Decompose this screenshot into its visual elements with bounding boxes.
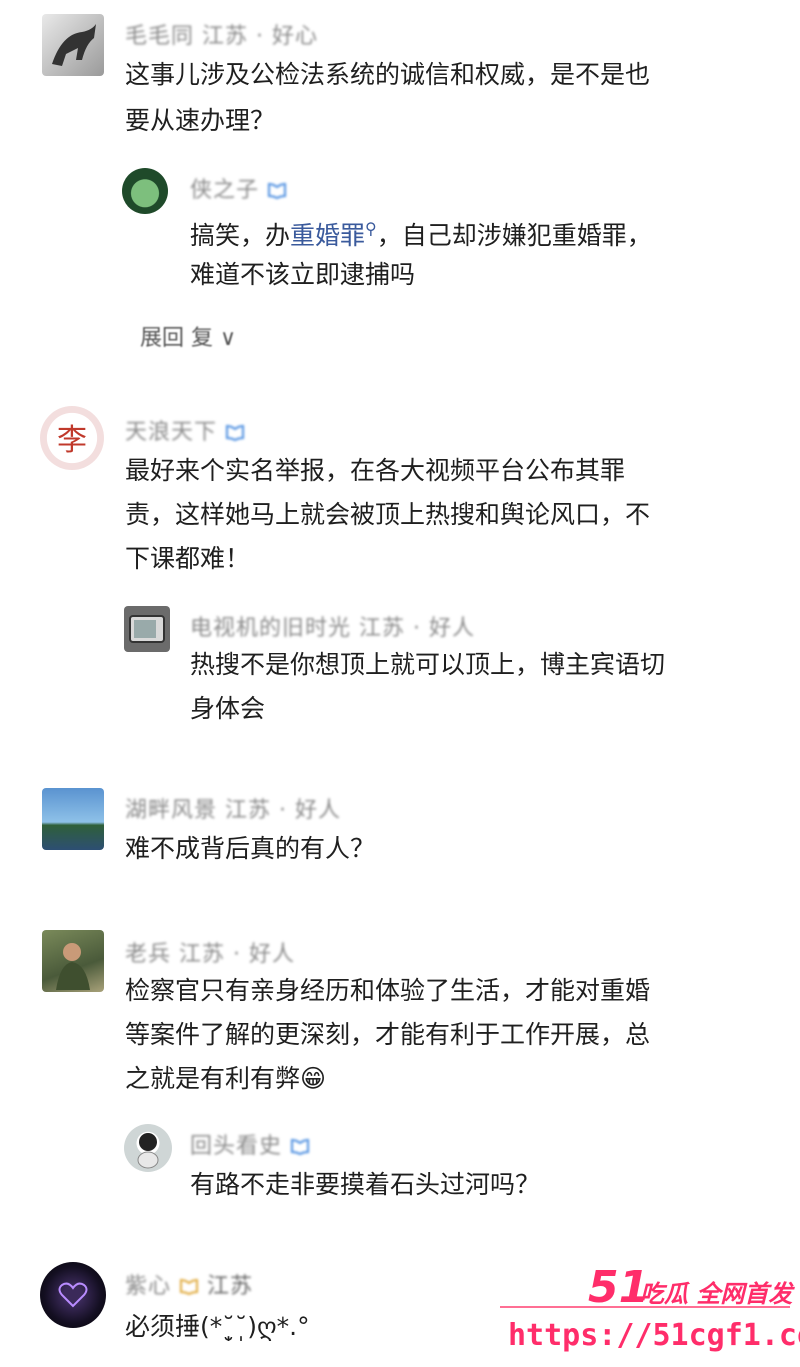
vip-badge-icon: [268, 182, 287, 200]
heart-avatar-icon: [58, 1282, 88, 1308]
topic-link[interactable]: 重婚罪: [290, 221, 365, 250]
vip-badge-icon: [291, 1138, 310, 1156]
username[interactable]: 湖畔风景 江苏 · 好人: [125, 792, 341, 824]
calligraphy-avatar-icon: 李: [57, 423, 87, 458]
tv-avatar-icon: [129, 615, 165, 643]
avatar[interactable]: [42, 14, 104, 76]
comment-text-line: 这事儿涉及公检法系统的诚信和权威，是不是也: [125, 60, 651, 89]
username[interactable]: 天浪天下: [125, 414, 245, 446]
reply-text-line: 有路不走非要摸着石头过河吗？: [190, 1170, 541, 1199]
username[interactable]: 毛毛同 江苏 · 好心: [125, 18, 318, 50]
comment-text-line: 下课都难！: [125, 544, 251, 573]
location-label: 江苏: [207, 1274, 254, 1299]
comment-text-line: 必须捶(*˘̩̮˘̩)ღ*.°: [125, 1312, 310, 1341]
watermark-divider: [500, 1306, 790, 1308]
reply-username[interactable]: 回头看史: [190, 1128, 310, 1160]
avatar[interactable]: [40, 1262, 106, 1328]
horse-avatar-icon: [52, 24, 96, 66]
reply-username[interactable]: 侠之子: [190, 172, 287, 204]
comment-text-line: 要从速办理？: [125, 106, 276, 135]
avatar[interactable]: 李: [40, 406, 104, 470]
watermark-slogan: 吃瓜 全网首发: [640, 1280, 793, 1308]
vip-badge-gold-icon: [180, 1278, 199, 1296]
watermark-url: https://51cgf1.com: [508, 1318, 800, 1353]
expand-replies-button[interactable]: 展回 复 ∨: [140, 320, 236, 352]
reply-avatar[interactable]: [124, 1124, 172, 1172]
reply-text-line: 难道不该立即逮捕吗: [190, 260, 416, 289]
comment-text-line: 检察官只有亲身经历和体验了生活，才能对重婚: [125, 976, 651, 1005]
comment-text-line: 最好来个实名举报，在各大视频平台公布其罪: [125, 456, 626, 485]
reply-avatar[interactable]: [122, 168, 168, 214]
username[interactable]: 老兵 江苏 · 好人: [125, 936, 295, 968]
reply-text-line: 热搜不是你想顶上就可以顶上，博主宾语切: [190, 650, 666, 679]
person-avatar-icon: [56, 943, 90, 990]
cartoon-avatar-icon: [137, 1133, 159, 1169]
svg-text:李: 李: [57, 423, 87, 458]
reply-avatar[interactable]: [124, 606, 170, 652]
username[interactable]: 紫心 江苏: [125, 1268, 253, 1300]
comment-text-line: 难不成背后真的有人？: [125, 834, 376, 863]
comment-text-line: 等案件了解的更深刻，才能有利于工作开展，总: [125, 1020, 651, 1049]
comment-text-line: 之就是有利有弊😁: [125, 1064, 327, 1093]
search-icon[interactable]: ⚲: [365, 219, 377, 238]
reply-username[interactable]: 电视机的旧时光 江苏 · 好人: [190, 610, 475, 642]
comment-text-line: 责，这样她马上就会被顶上热搜和舆论风口，不: [125, 500, 651, 529]
avatar[interactable]: [42, 788, 104, 850]
vip-badge-icon: [226, 424, 245, 442]
avatar[interactable]: [42, 930, 104, 992]
reply-text-line: 身体会: [190, 694, 266, 723]
